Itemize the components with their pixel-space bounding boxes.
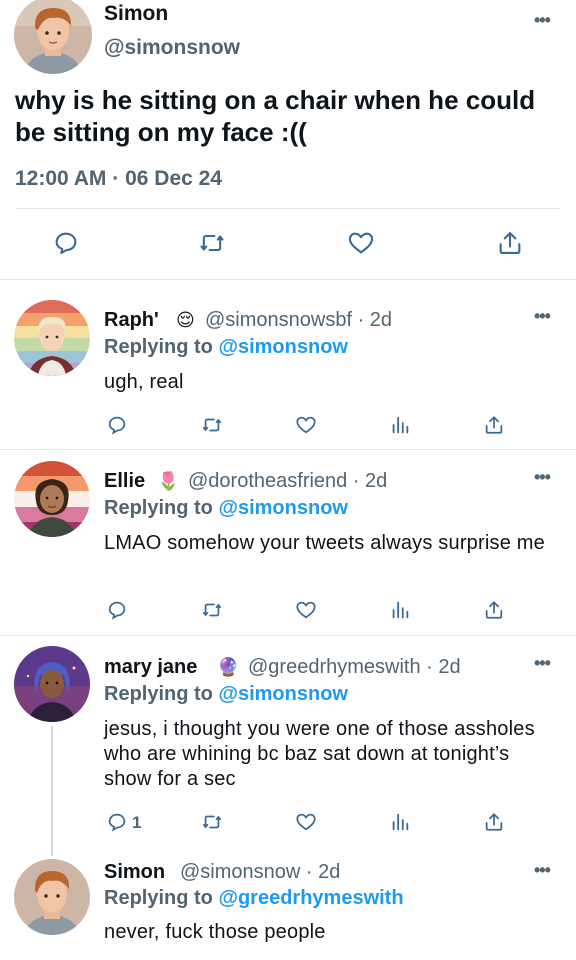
reply-text: jesus, i thought you were one of those a… bbox=[104, 718, 535, 790]
avatar-simon[interactable] bbox=[14, 0, 92, 74]
divider bbox=[0, 279, 576, 280]
share-icon[interactable] bbox=[483, 598, 505, 622]
avatar-mary-jane[interactable] bbox=[14, 646, 90, 722]
analytics-icon[interactable] bbox=[389, 599, 411, 621]
more-options-icon[interactable]: ••• bbox=[534, 306, 551, 327]
divider bbox=[0, 635, 576, 636]
reply-author-name[interactable]: Simon bbox=[104, 861, 165, 884]
retweet-icon[interactable] bbox=[197, 229, 227, 257]
tulip-emoji-icon: 🌷 bbox=[157, 471, 180, 491]
replying-to-line: Replying to @greedrhymeswith bbox=[104, 887, 404, 910]
replying-to-line: Replying to @simonsnow bbox=[104, 497, 348, 520]
avatar-simon[interactable] bbox=[14, 859, 90, 935]
share-icon[interactable] bbox=[483, 413, 505, 437]
reply-text: LMAO somehow your tweets always surprise… bbox=[104, 532, 545, 554]
main-author-name[interactable]: Simon bbox=[104, 2, 168, 26]
replying-to-line: Replying to @simonsnow bbox=[104, 683, 348, 706]
share-icon[interactable] bbox=[483, 810, 505, 834]
more-options-icon[interactable]: ••• bbox=[534, 860, 551, 881]
like-icon[interactable] bbox=[294, 599, 318, 621]
replying-to-label: Replying to bbox=[104, 887, 219, 909]
avatar-raph[interactable] bbox=[14, 300, 90, 376]
retweet-icon[interactable] bbox=[200, 414, 224, 436]
replying-to-label: Replying to bbox=[104, 336, 219, 358]
replying-to-line: Replying to @simonsnow bbox=[104, 336, 348, 359]
crystal-ball-emoji-icon: 🔮 bbox=[217, 657, 240, 677]
main-tweet-timestamp[interactable]: 12:00 AM · 06 Dec 24 bbox=[15, 167, 222, 191]
reply-author-handle[interactable]: @simonsnowsbf · 2d bbox=[205, 309, 392, 332]
reply-text: never, fuck those people bbox=[104, 921, 326, 943]
replying-to-link[interactable]: @greedrhymeswith bbox=[218, 887, 403, 909]
retweet-icon[interactable] bbox=[200, 599, 224, 621]
reply-author-handle[interactable]: @dorotheasfriend · 2d bbox=[188, 470, 387, 493]
replying-to-label: Replying to bbox=[104, 683, 219, 705]
more-options-icon[interactable]: ••• bbox=[534, 467, 551, 488]
relieved-emoji-icon: 😌 bbox=[176, 310, 195, 330]
replying-to-label: Replying to bbox=[104, 497, 219, 519]
main-tweet-text: why is he sitting on a chair when he cou… bbox=[15, 85, 536, 147]
reply-text: ugh, real bbox=[104, 371, 184, 393]
reply-icon[interactable] bbox=[106, 414, 128, 436]
like-icon[interactable] bbox=[294, 811, 318, 833]
reply-author-name[interactable]: Raph' bbox=[104, 309, 159, 332]
reply-author-name[interactable]: Ellie bbox=[104, 470, 145, 493]
replying-to-link[interactable]: @simonsnow bbox=[218, 497, 348, 519]
reply-icon[interactable] bbox=[106, 599, 128, 621]
replying-to-link[interactable]: @simonsnow bbox=[218, 683, 348, 705]
avatar-ellie[interactable] bbox=[14, 461, 90, 537]
replying-to-link[interactable]: @simonsnow bbox=[218, 336, 348, 358]
more-options-icon[interactable]: ••• bbox=[534, 653, 551, 674]
reply-author-handle[interactable]: @greedrhymeswith · 2d bbox=[248, 656, 461, 679]
main-author-handle[interactable]: @simonsnow bbox=[104, 36, 240, 60]
divider bbox=[0, 449, 576, 450]
divider bbox=[15, 208, 561, 209]
analytics-icon[interactable] bbox=[389, 811, 411, 833]
retweet-icon[interactable] bbox=[200, 811, 224, 833]
share-icon[interactable] bbox=[496, 228, 524, 258]
reply-author-name[interactable]: mary jane bbox=[104, 656, 197, 679]
like-icon[interactable] bbox=[346, 229, 376, 257]
thread-line bbox=[51, 726, 53, 856]
analytics-icon[interactable] bbox=[389, 414, 411, 436]
more-options-icon[interactable]: ••• bbox=[534, 10, 551, 31]
like-icon[interactable] bbox=[294, 414, 318, 436]
reply-icon[interactable] bbox=[52, 229, 80, 257]
reply-author-handle[interactable]: @simonsnow · 2d bbox=[180, 861, 340, 884]
reply-icon[interactable] bbox=[106, 811, 128, 833]
reply-count: 1 bbox=[132, 813, 142, 832]
